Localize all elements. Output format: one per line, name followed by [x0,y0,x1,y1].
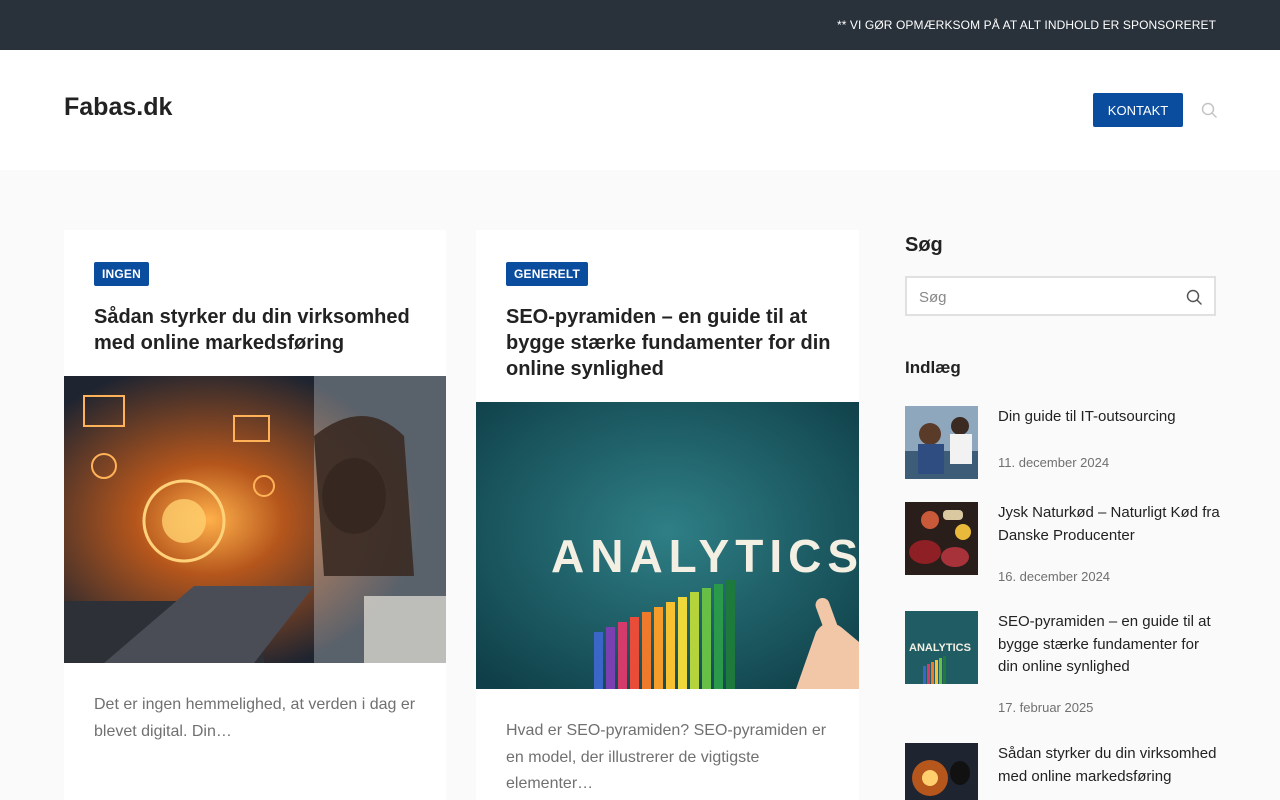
article-image[interactable]: ANALYTICS [476,402,859,689]
post-date: 11. december 2024 [998,455,1110,470]
analytics-thumb-text: ANALYTICS [909,642,971,654]
post-title[interactable]: SEO-pyramiden – en guide til at bygge st… [998,611,1220,679]
sidebar-search-heading: Søg [905,234,943,256]
sidebar-posts-heading: Indlæg [905,358,961,377]
article-excerpt: Hvad er SEO-pyramiden? SEO-pyramiden er … [506,722,827,792]
site-logo[interactable]: Fabas.dk [64,93,172,122]
article-title[interactable]: SEO-pyramiden – en guide til at bygge st… [506,304,836,382]
contact-button[interactable]: KONTAKT [1093,93,1183,127]
post-date: 16. december 2024 [998,569,1111,584]
post-title[interactable]: Sådan styrker du din virksomhed med onli… [998,743,1220,788]
article-image[interactable] [64,376,446,663]
top-notice-bar: ** VI GØR OPMÆRKSOM PÅ AT ALT INDHOLD ER… [0,0,1280,50]
analytics-image-text: ANALYTICS [551,530,859,582]
post-title[interactable]: Jysk Naturkød – Naturligt Kød fra Danske… [998,502,1220,547]
search-icon[interactable] [1186,289,1202,305]
post-thumbnail[interactable] [905,502,978,575]
site-header: Fabas.dk KONTAKT [0,50,1280,170]
category-badge[interactable]: INGEN [94,262,150,286]
article-title[interactable]: Sådan styrker du din virksomhed med onli… [94,304,424,356]
search-input[interactable] [919,286,1169,308]
article-excerpt: Det er ingen hemmelighed, at verden i da… [94,696,416,740]
post-thumbnail[interactable]: ANALYTICS [905,611,978,684]
article-card: INGEN Sådan styrker du din virksomhed me… [64,230,446,800]
sponsored-notice: ** VI GØR OPMÆRKSOM PÅ AT ALT INDHOLD ER… [836,18,1216,32]
post-date: 17. februar 2025 [998,700,1094,715]
article-card: GENERELT SEO-pyramiden – en guide til at… [476,230,859,800]
post-thumbnail[interactable] [905,406,978,479]
post-thumbnail[interactable] [905,743,978,800]
search-icon[interactable] [1201,102,1217,118]
category-badge[interactable]: GENERELT [506,262,589,286]
sidebar-search-box [905,276,1216,316]
post-title[interactable]: Din guide til IT-outsourcing [998,406,1220,429]
